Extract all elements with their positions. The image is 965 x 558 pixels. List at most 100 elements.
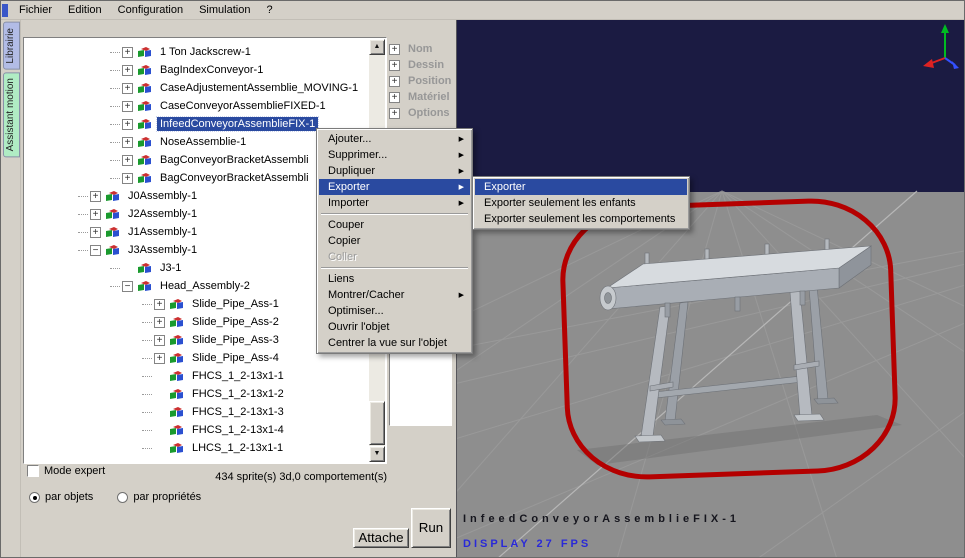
tree-row[interactable]: + CaseAdjustementAssemblie_MOVING-1	[25, 79, 369, 97]
tree-item-label[interactable]: J2Assembly-1	[125, 207, 200, 221]
tree-item-label[interactable]: CaseConveyorAssemblieFIXED-1	[157, 99, 329, 113]
tree-item-label[interactable]: FHCS_1_2-13x1-2	[189, 387, 287, 401]
tree-row[interactable]: +1 Ton Jackscrew-1	[25, 43, 369, 61]
expand-icon[interactable]: +	[122, 46, 133, 58]
tree-row[interactable]: + CaseConveyorAssemblieFIXED-1	[25, 97, 369, 115]
tree-item-label[interactable]: LHCS_1_2-13x1-1	[189, 441, 286, 455]
expand-icon[interactable]: +	[389, 59, 400, 71]
mode-expert-checkbox[interactable]: Mode expert	[27, 465, 105, 477]
property-item-dessin[interactable]: + Dessin	[389, 57, 455, 73]
property-item-options[interactable]: + Options	[389, 105, 455, 121]
context-menu-item-ajouter[interactable]: Ajouter... ▶	[319, 131, 470, 147]
tree-item-label[interactable]: NoseAssemblie-1	[157, 135, 249, 149]
context-menu-item-importer[interactable]: Importer ▶	[319, 195, 470, 211]
context-menu-item-liens[interactable]: Liens	[319, 271, 470, 287]
tree-row[interactable]: FHCS_1_2-13x1-2	[25, 385, 369, 403]
context-menu-item-montrer-cacher[interactable]: Montrer/Cacher ▶	[319, 287, 470, 303]
tree-item-label[interactable]: J3Assembly-1	[125, 243, 200, 257]
tree-item-label[interactable]: InfeedConveyorAssemblieFIX-1	[155, 116, 320, 132]
menu-edition[interactable]: Edition	[60, 2, 110, 18]
property-item-mat-riel[interactable]: + Matériel	[389, 89, 455, 105]
property-label: Matériel	[408, 91, 450, 103]
expand-icon[interactable]: +	[122, 100, 133, 112]
tree-item-label[interactable]: Slide_Pipe_Ass-3	[189, 333, 282, 347]
expand-icon[interactable]: +	[389, 75, 400, 87]
expand-icon[interactable]: +	[154, 316, 165, 328]
side-tab-assistant-motion[interactable]: Assistant motion	[3, 71, 20, 157]
menu-separator	[321, 267, 468, 269]
tree-item-label[interactable]: Slide_Pipe_Ass-1	[189, 297, 282, 311]
tree-item-label[interactable]: Slide_Pipe_Ass-2	[189, 315, 282, 329]
tree-item-label[interactable]: BagConveyorBracketAssembli	[157, 153, 312, 167]
property-item-position-e[interactable]: + Position e	[389, 73, 455, 89]
tree-item-label[interactable]: J3-1	[157, 261, 184, 275]
tree-row[interactable]: LHCS_1_2-13x1-1	[25, 439, 369, 457]
submenu-item-exporter[interactable]: Exporter	[475, 179, 687, 195]
context-menu-item-centrer-la-vue-sur-l-objet[interactable]: Centrer la vue sur l'objet	[319, 335, 470, 351]
side-tab-librairie[interactable]: Librairie	[3, 22, 20, 70]
tree-item-label[interactable]: 1 Ton Jackscrew-1	[157, 45, 254, 59]
tree-connector	[110, 87, 120, 89]
expand-icon[interactable]: +	[90, 208, 101, 220]
menu-item-label: Dupliquer	[328, 165, 376, 177]
submenu-item-exporter-seulement-les-enfants[interactable]: Exporter seulement les enfants	[475, 195, 687, 211]
context-menu-item-optimiser[interactable]: Optimiser...	[319, 303, 470, 319]
radio-par-objets[interactable]: par objets	[29, 491, 93, 503]
context-menu-item-ouvrir-l-objet[interactable]: Ouvrir l'objet	[319, 319, 470, 335]
expand-icon[interactable]: +	[122, 154, 133, 166]
tree-item-label[interactable]: FHCS_1_2-13x1-1	[189, 369, 287, 383]
collapse-icon[interactable]: −	[122, 280, 133, 292]
menu-configuration[interactable]: Configuration	[110, 2, 191, 18]
context-menu-item-couper[interactable]: Couper	[319, 217, 470, 233]
radio-par-proprietes[interactable]: par propriétés	[117, 491, 201, 503]
sky	[457, 20, 964, 192]
scrollbar-thumb[interactable]	[369, 401, 385, 445]
run-button[interactable]: Run	[411, 508, 451, 548]
tree-item-label[interactable]: CaseAdjustementAssemblie_MOVING-1	[157, 81, 361, 95]
expand-icon[interactable]: +	[90, 190, 101, 202]
expand-icon[interactable]: +	[122, 118, 133, 130]
checkbox-box[interactable]	[27, 465, 39, 477]
tree-item-label[interactable]: BagIndexConveyor-1	[157, 63, 266, 77]
expand-icon[interactable]: +	[122, 64, 133, 76]
expand-icon[interactable]: +	[90, 226, 101, 238]
expand-icon[interactable]: +	[122, 136, 133, 148]
context-menu-item-supprimer[interactable]: Supprimer... ▶	[319, 147, 470, 163]
tree-item-label[interactable]: J1Assembly-1	[125, 225, 200, 239]
expand-icon[interactable]: +	[154, 298, 165, 310]
tree-item-label[interactable]: Slide_Pipe_Ass-4	[189, 351, 282, 365]
context-menu-item-copier[interactable]: Copier	[319, 233, 470, 249]
tree-row[interactable]: FHCS_1_2-13x1-4	[25, 421, 369, 439]
expand-icon[interactable]: +	[154, 334, 165, 346]
scrollbar-down-arrow-icon[interactable]: ▼	[369, 446, 385, 462]
menu-simulation[interactable]: Simulation	[191, 2, 258, 18]
3d-viewport[interactable]: InfeedConveyorAssemblieFIX-1 DISPLAY 27 …	[456, 20, 964, 557]
scrollbar-up-arrow-icon[interactable]: ▲	[369, 39, 385, 55]
submenu-item-exporter-seulement-les-comportements[interactable]: Exporter seulement les comportements	[475, 211, 687, 227]
expand-icon[interactable]: +	[122, 172, 133, 184]
tree-row[interactable]: FHCS_1_2-13x1-1	[25, 367, 369, 385]
expand-icon[interactable]: +	[154, 352, 165, 364]
tree-item-label[interactable]: Head_Assembly-2	[157, 279, 253, 293]
radio-off-icon[interactable]	[117, 491, 129, 503]
tree-item-label[interactable]: FHCS_1_2-13x1-3	[189, 405, 287, 419]
menu-fichier[interactable]: Fichier	[11, 2, 60, 18]
context-menu-item-dupliquer[interactable]: Dupliquer ▶	[319, 163, 470, 179]
expand-icon[interactable]: +	[389, 91, 400, 103]
radio-on-icon[interactable]	[29, 491, 40, 503]
menu-help[interactable]: ?	[258, 2, 280, 18]
tree-row[interactable]: FHCS_1_2-13x1-3	[25, 403, 369, 421]
attache-button[interactable]: Attache	[353, 528, 409, 548]
tree-item-label[interactable]: BagConveyorBracketAssembli	[157, 171, 312, 185]
collapse-icon[interactable]: −	[90, 244, 101, 256]
expand-icon[interactable]: +	[389, 43, 400, 55]
tree-item-label[interactable]: J0Assembly-1	[125, 189, 200, 203]
tree-item-label[interactable]: FHCS_1_2-13x1-4	[189, 423, 287, 437]
context-menu-item-coller[interactable]: Coller	[319, 249, 470, 265]
property-item-nom[interactable]: + Nom	[389, 41, 455, 57]
expand-icon[interactable]: +	[122, 82, 133, 94]
expand-icon[interactable]: +	[389, 107, 400, 119]
context-menu-item-exporter[interactable]: Exporter ▶	[319, 179, 470, 195]
assembly-icon	[169, 370, 185, 382]
tree-row[interactable]: + BagIndexConveyor-1	[25, 61, 369, 79]
